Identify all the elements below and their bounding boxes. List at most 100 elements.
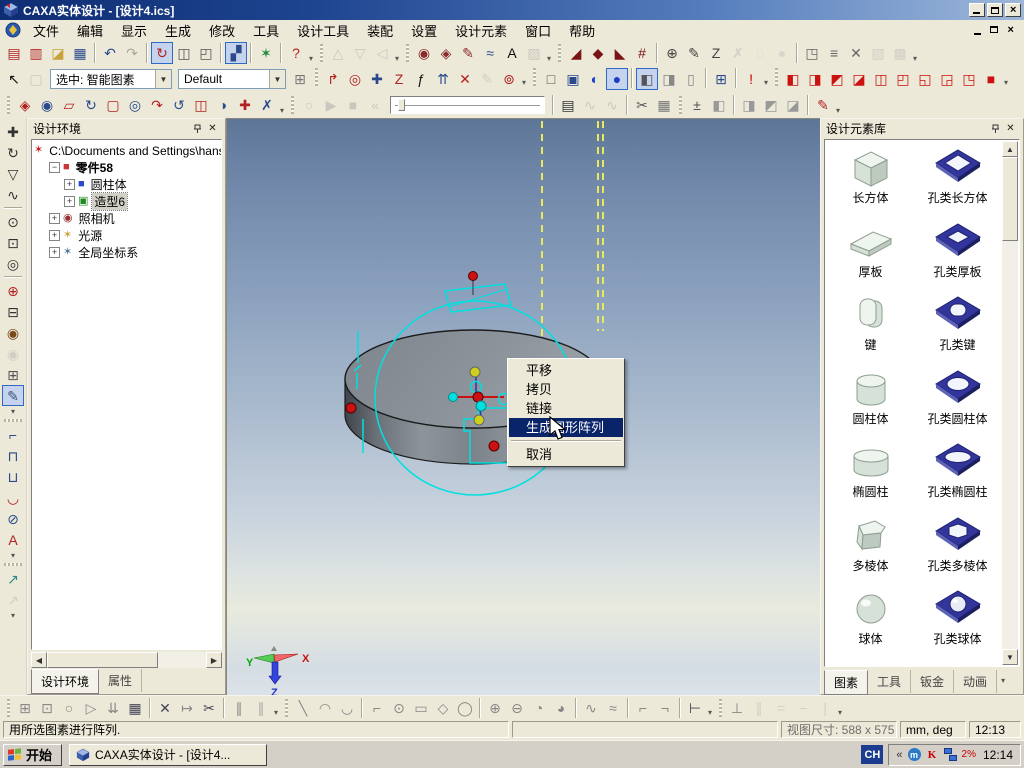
feat-extrude-button[interactable]: ◈ xyxy=(14,94,36,116)
sketch-pen-button[interactable]: ✎ xyxy=(457,42,479,64)
con-perpendicular-button[interactable]: ⊥ xyxy=(726,697,748,719)
toolbar-overflow-icon[interactable]: ▾ xyxy=(545,44,554,63)
library-item[interactable]: 孔类多棱体 xyxy=(914,512,1001,586)
slider-thumb[interactable] xyxy=(398,99,406,111)
combo-dropdown-icon[interactable]: ▼ xyxy=(269,70,285,88)
orient-globe-button[interactable]: ◎ xyxy=(344,68,366,90)
tree-root-item[interactable]: ✶ C:\Documents and Settings\hanshu xyxy=(34,142,221,159)
camera-rotate-button[interactable]: ◉ xyxy=(2,322,24,343)
handle-point-cyan[interactable] xyxy=(475,400,487,412)
drag-copy-button[interactable]: ◫ xyxy=(173,42,195,64)
tab-设计环境[interactable]: 设计环境 xyxy=(31,669,100,694)
show-ghost-button[interactable]: ◨ xyxy=(658,68,680,90)
stamp-tool-button[interactable]: ◉ xyxy=(413,42,435,64)
toolbar-grip[interactable] xyxy=(7,96,10,114)
sk-fillet-button[interactable]: ¬ xyxy=(654,697,676,719)
sk-corner-dim-button[interactable]: ⌐ xyxy=(366,697,388,719)
break-x-button[interactable]: ✕ xyxy=(845,42,867,64)
sk-diamond-button[interactable]: ◇ xyxy=(432,697,454,719)
toolbar-grip[interactable] xyxy=(533,68,537,86)
feat-cut-button[interactable]: ◉ xyxy=(36,94,58,116)
library-item[interactable]: 孔类厚板 xyxy=(914,218,1001,292)
dim-diameter-button[interactable]: ⊘ xyxy=(2,508,24,529)
style-combo[interactable]: Default ▼ xyxy=(178,69,286,89)
tab-属性[interactable]: 属性 xyxy=(99,669,143,692)
feat-bend-button[interactable]: ↷ xyxy=(146,94,168,116)
library-item[interactable]: 孔类椭圆柱 xyxy=(914,438,1001,512)
tree-item[interactable]: − ■ 零件58 xyxy=(34,159,221,176)
library-vertical-scrollbar[interactable]: ▲ ▼ xyxy=(1002,141,1018,665)
eyedropper-button[interactable]: ↗ xyxy=(2,568,24,589)
film-edit-button[interactable]: ▦ xyxy=(653,94,675,116)
sk-scale-button[interactable]: ⊡ xyxy=(36,697,58,719)
tab-钣金[interactable]: 钣金 xyxy=(911,670,955,693)
z-translate-button[interactable]: Z xyxy=(388,68,410,90)
dim-horizontal-button[interactable]: ⊓ xyxy=(2,445,24,466)
camera-multi-button[interactable]: ⊞ xyxy=(2,364,24,385)
toolbar-overflow-icon[interactable]: ▾ xyxy=(393,44,402,63)
toolbar-overflow-icon[interactable]: ▾ xyxy=(10,550,16,561)
tree-item[interactable]: + ■ 圆柱体 xyxy=(34,176,221,193)
rotate-mode-button[interactable]: ↻ xyxy=(151,42,173,64)
option-cube-1-button[interactable]: ◧ xyxy=(708,94,730,116)
feat-revolve-button[interactable]: ↻ xyxy=(80,94,102,116)
toolbar-grip[interactable] xyxy=(4,419,22,422)
fx-parameter-button[interactable]: ƒ xyxy=(410,68,432,90)
toolbar-overflow-icon[interactable]: ▾ xyxy=(836,698,845,717)
scrollbar-thumb[interactable] xyxy=(47,652,158,668)
smooth-tool-button[interactable]: ≈ xyxy=(479,42,501,64)
view-bottom-button[interactable]: ◱ xyxy=(914,68,936,90)
view-custom-button[interactable]: ■ xyxy=(980,68,1002,90)
select-cursor-button[interactable]: ↖ xyxy=(3,68,25,90)
handle-point-red[interactable] xyxy=(488,440,500,452)
tray-network-icon[interactable] xyxy=(943,748,957,761)
sk-offset-1-button[interactable]: ∥ xyxy=(228,697,250,719)
sk-circle-3pt-button[interactable]: ⊙ xyxy=(388,697,410,719)
sk-ellipse-2-button[interactable]: ◔ xyxy=(528,697,550,719)
handle-point-red[interactable] xyxy=(345,402,357,414)
mdi-minimize-button[interactable] xyxy=(971,23,986,37)
expand-icon[interactable]: + xyxy=(49,247,60,258)
context-menu-item[interactable]: 平移 xyxy=(509,361,623,380)
feat-slice-button[interactable]: ◫ xyxy=(190,94,212,116)
view-axon-1-button[interactable]: ◲ xyxy=(936,68,958,90)
tab-图素[interactable]: 图素 xyxy=(824,670,869,695)
sk-spline-2-button[interactable]: ≈ xyxy=(602,697,624,719)
tree-horizontal-scrollbar[interactable]: ◀ ▶ xyxy=(31,652,222,668)
menu-item[interactable]: 显示 xyxy=(112,19,156,42)
toolbar-grip[interactable] xyxy=(775,68,779,86)
start-button[interactable]: 开始 xyxy=(3,743,63,766)
zoom-window-button[interactable]: ⊡ xyxy=(2,232,24,253)
sk-arc-3-button[interactable]: ◕ xyxy=(550,697,572,719)
sk-trim-button[interactable]: ↦ xyxy=(176,697,198,719)
handle-center-red[interactable] xyxy=(472,391,484,403)
feat-sweep-button[interactable]: ▱ xyxy=(58,94,80,116)
library-item[interactable]: 孔类长方体 xyxy=(914,144,1001,218)
film-strip-button[interactable]: ▤ xyxy=(557,94,579,116)
clip-tool-button[interactable]: ✂ xyxy=(631,94,653,116)
sk-arc-2-button[interactable]: ◡ xyxy=(336,697,358,719)
tree-item[interactable]: + ◉ 照相机 xyxy=(34,210,221,227)
taskbar-app-button[interactable]: CAXA实体设计 - [设计4... xyxy=(69,743,268,766)
pattern-tool-button[interactable]: ◈ xyxy=(435,42,457,64)
sk-dimension-button[interactable]: ⊢ xyxy=(684,697,706,719)
menu-item[interactable]: 帮助 xyxy=(560,19,604,42)
sk-chamfer-button[interactable]: ⌐ xyxy=(632,697,654,719)
tree-item[interactable]: + ▣ 造型6 xyxy=(34,192,221,211)
sk-hatch-button[interactable]: ▦ xyxy=(124,697,146,719)
dim-arc-button[interactable]: ◡ xyxy=(2,487,24,508)
sk-project-button[interactable]: ⇊ xyxy=(102,697,124,719)
handle-point-yellow[interactable] xyxy=(469,366,481,378)
rotate-view-3d-button[interactable]: ↻ xyxy=(2,142,24,163)
sk-cut-button[interactable]: ✂ xyxy=(198,697,220,719)
option-cube-3-button[interactable]: ◩ xyxy=(760,94,782,116)
library-item[interactable]: 孔类键 xyxy=(914,291,1001,365)
tabs-overflow-icon[interactable]: ▾ xyxy=(997,670,1009,691)
menu-item[interactable]: 文件 xyxy=(24,19,68,42)
scroll-left-icon[interactable]: ◀ xyxy=(31,652,47,668)
panel-close-icon[interactable]: ✕ xyxy=(205,122,220,136)
menu-item[interactable]: 工具 xyxy=(244,19,288,42)
sk-delete-button[interactable]: ✕ xyxy=(154,697,176,719)
toolbar-overflow-icon[interactable]: ▾ xyxy=(1002,68,1011,90)
toolbar-overflow-icon[interactable]: ▾ xyxy=(10,610,16,621)
